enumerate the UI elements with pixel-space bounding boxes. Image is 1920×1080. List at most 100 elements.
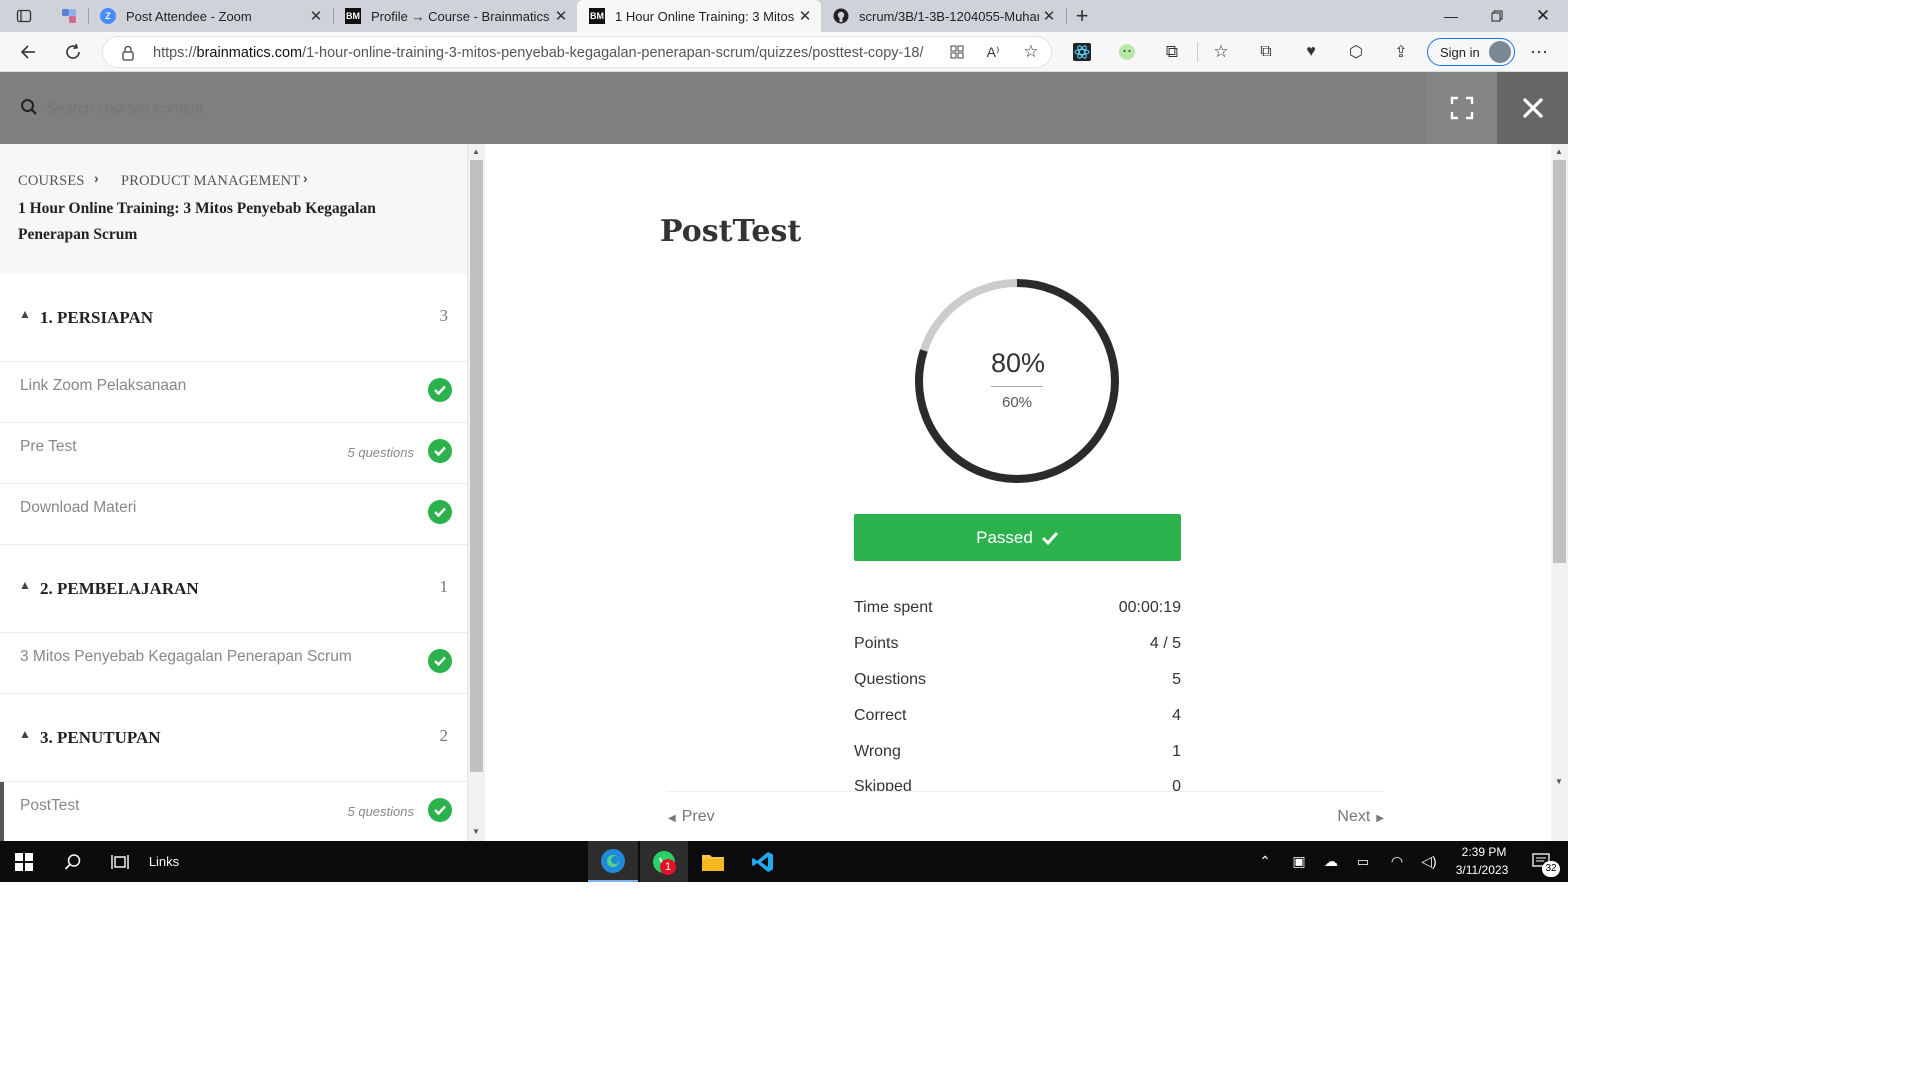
result-label: Passed [976, 527, 1033, 547]
lesson-item[interactable]: Link Zoom Pelaksanaan [0, 362, 467, 423]
url-text[interactable]: https://brainmatics.com/1-hour-online-tr… [153, 45, 924, 61]
search-button[interactable] [50, 841, 96, 882]
scroll-down-arrow-icon[interactable]: ▼ [1555, 777, 1563, 786]
course-search-input[interactable] [46, 100, 546, 117]
quiz-item[interactable]: Pre Test 5 questions [0, 423, 467, 484]
fullscreen-button[interactable] [1426, 72, 1497, 144]
back-icon[interactable] [14, 38, 42, 66]
refresh-icon[interactable] [59, 38, 87, 66]
tab-github[interactable]: scrum/3B/1-3B-1204055-Muham ✕ [821, 0, 1065, 32]
notification-badge: 1 [660, 859, 676, 875]
sign-in-button[interactable]: Sign in [1427, 38, 1515, 66]
chevron-up-icon[interactable]: ▲ [19, 307, 31, 321]
sidebar-scrollbar-thumb[interactable] [470, 160, 483, 772]
tab-title: Post Attendee - Zoom [126, 8, 252, 24]
more-menu-icon[interactable]: ⋯ [1527, 40, 1551, 64]
scroll-up-arrow-icon[interactable]: ▲ [1555, 147, 1563, 156]
whatsapp-taskbar-button[interactable]: 1 [640, 841, 688, 882]
stat-value: 4 [1172, 707, 1181, 724]
quiz-title: Pre Test [20, 438, 77, 455]
section-pembelajaran[interactable]: ▲ 2. PEMBELAJARAN 1 [0, 545, 467, 633]
stat-value: 00:00:19 [1118, 599, 1181, 616]
tab-zoom[interactable]: Z Post Attendee - Zoom ✕ [88, 0, 332, 32]
start-button[interactable] [0, 841, 48, 882]
meet-now-icon[interactable]: ▣ [1288, 841, 1310, 882]
app-available-icon[interactable] [945, 40, 969, 64]
close-tab-icon[interactable]: ✕ [1039, 7, 1059, 25]
clock-time[interactable]: 2:39 PM [1454, 845, 1514, 859]
prev-button[interactable]: ◀ Prev [668, 808, 715, 826]
performance-icon[interactable]: ⬡ [1344, 40, 1368, 64]
main-scrollbar-thumb[interactable] [1553, 160, 1566, 563]
stat-value: 1 [1172, 743, 1181, 760]
stat-row: Questions 5 [854, 671, 1181, 707]
tab-course-active[interactable]: BM 1 Hour Online Training: 3 Mitos P ✕ [577, 0, 821, 32]
vscode-taskbar-button[interactable] [740, 841, 786, 882]
volume-icon[interactable]: ◁) [1418, 841, 1440, 882]
scroll-down-arrow-icon[interactable]: ▼ [472, 827, 480, 836]
add-favorite-icon[interactable]: ☆ [1019, 40, 1043, 64]
breadcrumb-courses[interactable]: COURSES [18, 173, 85, 190]
file-explorer-taskbar-button[interactable] [690, 841, 736, 882]
close-tab-icon[interactable]: ✕ [551, 7, 571, 25]
minimize-icon[interactable]: — [1428, 0, 1474, 32]
new-tab-icon[interactable]: + [1070, 3, 1094, 28]
chevron-up-icon[interactable]: ▲ [19, 578, 31, 592]
stat-value: 4 / 5 [1149, 635, 1181, 652]
section-penutupan[interactable]: ▲ 3. PENUTUPAN 2 [0, 694, 467, 782]
close-tab-icon[interactable]: ✕ [306, 7, 326, 25]
address-bar[interactable]: https://brainmatics.com/1-hour-online-tr… [102, 36, 1052, 68]
passing-grade: 60% [1001, 394, 1033, 411]
stat-row: Correct 4 [854, 707, 1181, 743]
close-tab-icon[interactable]: ✕ [795, 7, 815, 25]
lesson-item[interactable]: 3 Mitos Penyebab Kegagalan Penerapan Scr… [0, 633, 467, 694]
read-aloud-icon[interactable]: A⁾ [981, 40, 1005, 64]
chevron-right-icon: › [94, 170, 99, 186]
lesson-item[interactable]: Download Materi [0, 484, 467, 545]
quiz-item-current[interactable]: PostTest 5 questions [0, 782, 467, 841]
battery-icon[interactable]: ▭ [1352, 841, 1374, 882]
brainmatics-icon: BM [345, 8, 361, 24]
breadcrumb-category[interactable]: PRODUCT MANAGEMENT [121, 173, 300, 190]
close-course-button[interactable] [1497, 72, 1568, 144]
folder-icon [702, 854, 724, 871]
task-view-button[interactable] [98, 841, 144, 882]
notification-center-button[interactable]: 32 [1522, 841, 1562, 882]
stat-value: 5 [1172, 671, 1181, 688]
search-icon [64, 853, 81, 870]
stat-label: Wrong [854, 743, 901, 760]
brainmatics-icon: BM [589, 8, 605, 24]
course-header [0, 72, 1568, 144]
collections-icon[interactable]: ⧉ [1254, 40, 1278, 64]
extensions-icon[interactable]: ⧉ [1160, 40, 1184, 64]
github-icon [833, 8, 849, 24]
chevron-up-icon[interactable]: ▲ [19, 727, 31, 741]
next-button[interactable]: Next ▶ [1337, 808, 1384, 826]
lesson-title: 3 Mitos Penyebab Kegagalan Penerapan Scr… [20, 648, 352, 665]
section-count: 1 [439, 577, 449, 596]
course-title[interactable]: 1 Hour Online Training: 3 Mitos Penyebab… [18, 196, 418, 248]
favorites-icon[interactable]: ☆ [1209, 40, 1233, 64]
close-icon [1522, 97, 1543, 119]
section-persiapan[interactable]: ▲ 1. PERSIAPAN 3 [0, 274, 467, 362]
close-window-icon[interactable]: ✕ [1520, 0, 1566, 32]
clock-date[interactable]: 3/11/2023 [1447, 863, 1517, 877]
onedrive-error-icon[interactable]: ☁ [1320, 841, 1342, 882]
next-label: Next [1337, 808, 1371, 825]
wifi-icon[interactable]: ◠ [1386, 841, 1408, 882]
react-devtools-icon[interactable] [1070, 40, 1094, 64]
scroll-up-arrow-icon[interactable]: ▲ [472, 147, 480, 156]
extension-face-icon[interactable] [1115, 40, 1139, 64]
restore-icon[interactable] [1474, 0, 1520, 32]
show-hidden-icons-button[interactable]: ⌃ [1254, 841, 1276, 882]
browser-essentials-icon[interactable]: ♥ [1299, 40, 1323, 64]
share-icon[interactable]: ⇪ [1389, 40, 1413, 64]
links-toolbar[interactable]: Links [148, 841, 180, 882]
lock-icon[interactable] [121, 45, 135, 66]
tab-brainmatics-profile[interactable]: BM Profile → Course - Brainmatics ✕ [333, 0, 577, 32]
edge-taskbar-button[interactable] [588, 841, 638, 882]
search-icon[interactable] [20, 98, 38, 121]
tab-actions-icon[interactable] [12, 4, 36, 28]
workspaces-icon[interactable] [57, 4, 81, 28]
stat-value: 0 [1172, 778, 1181, 791]
